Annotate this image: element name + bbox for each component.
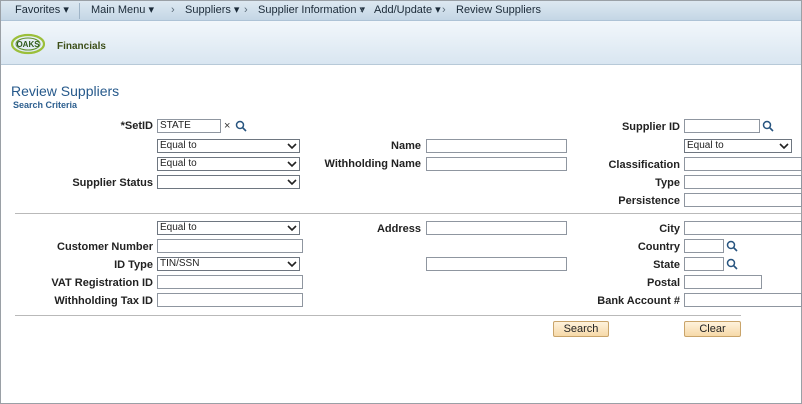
- id-type-select[interactable]: TIN/SSN: [157, 257, 300, 271]
- id-type-value: TIN/SSN: [160, 258, 200, 269]
- address-operator-select[interactable]: Equal to: [157, 221, 300, 235]
- postal-label: Postal: [646, 277, 680, 289]
- supplier-id-label: Supplier ID: [621, 121, 680, 133]
- breadcrumb-separator-icon: ›: [244, 4, 248, 16]
- state-label: State: [653, 259, 680, 271]
- persistence-label: Persistence: [618, 195, 680, 207]
- supplier-id-operator-select[interactable]: Equal to: [684, 139, 792, 153]
- lookup-icon[interactable]: [726, 258, 738, 270]
- breadcrumb-separator-icon: ›: [360, 4, 364, 16]
- address-label: Address: [376, 223, 421, 235]
- nav-add-update[interactable]: Add/Update ▾: [374, 1, 441, 21]
- breadcrumb-separator-icon: ›: [442, 4, 446, 16]
- customer-number-label: Customer Number: [57, 241, 153, 253]
- state-input[interactable]: [684, 257, 724, 271]
- breadcrumb-separator-icon: ›: [171, 4, 175, 16]
- address-operator-value: Equal to: [160, 222, 197, 233]
- type-label: Type: [655, 177, 680, 189]
- nav-suppliers-label: Suppliers: [185, 4, 231, 16]
- lookup-icon[interactable]: [726, 240, 738, 252]
- search-criteria-heading: Search Criteria: [13, 100, 78, 110]
- section-divider: [15, 315, 741, 316]
- clear-button[interactable]: Clear: [684, 321, 741, 337]
- name-input[interactable]: [426, 139, 567, 153]
- product-name: Financials: [57, 41, 106, 52]
- nav-supplier-information[interactable]: Supplier Information ▾: [258, 1, 365, 21]
- vat-registration-id-input[interactable]: [157, 275, 303, 289]
- withholding-tax-id-input[interactable]: [157, 293, 303, 307]
- nav-main-menu-label: Main Menu: [91, 4, 146, 16]
- supplier-id-input[interactable]: [684, 119, 760, 133]
- withholding-name-operator-select[interactable]: Equal to: [157, 157, 300, 171]
- lookup-icon[interactable]: [235, 120, 247, 132]
- name-operator-value: Equal to: [160, 140, 197, 151]
- name-operator-select[interactable]: Equal to: [157, 139, 300, 153]
- withholding-name-input[interactable]: [426, 157, 567, 171]
- supplier-id-operator-value: Equal to: [687, 140, 724, 151]
- supplier-status-select[interactable]: [157, 175, 300, 189]
- clear-x-icon[interactable]: ×: [224, 120, 230, 132]
- chevron-down-icon: [287, 143, 297, 150]
- nav-add-update-label: Add/Update: [374, 4, 433, 16]
- nav-favorites-label: Favorites: [15, 4, 61, 16]
- section-divider: [15, 213, 801, 214]
- nav-main-menu[interactable]: Main Menu ▾: [91, 1, 154, 21]
- oaks-logo-icon: OAKS: [11, 33, 45, 55]
- city-label: City: [659, 223, 680, 235]
- id-number-input[interactable]: [426, 257, 567, 271]
- chevron-down-icon: [287, 161, 297, 168]
- chevron-down-icon: [287, 261, 297, 268]
- chevron-down-icon: [287, 225, 297, 232]
- dropdown-arrow-icon: ▾: [233, 4, 240, 16]
- supplier-status-label: Supplier Status: [72, 177, 153, 189]
- dropdown-arrow-icon: ▾: [435, 4, 441, 16]
- withholding-tax-id-label: Withholding Tax ID: [54, 295, 153, 307]
- withholding-name-label: Withholding Name: [324, 158, 421, 170]
- nav-divider: [79, 3, 80, 19]
- page-title: Review Suppliers: [11, 83, 120, 99]
- dropdown-arrow-icon: ▾: [63, 4, 69, 16]
- country-input[interactable]: [684, 239, 724, 253]
- name-label: Name: [391, 140, 421, 152]
- address-input[interactable]: [426, 221, 567, 235]
- classification-input[interactable]: [684, 157, 802, 171]
- top-nav-bar: Favorites ▾ Main Menu ▾ › Suppliers ▾ › …: [1, 1, 801, 21]
- setid-label: *SetID: [120, 120, 153, 132]
- withholding-name-operator-value: Equal to: [160, 158, 197, 169]
- classification-label: Classification: [608, 159, 680, 171]
- setid-input[interactable]: STATE: [157, 119, 221, 133]
- nav-review-suppliers[interactable]: Review Suppliers: [456, 1, 541, 21]
- dropdown-arrow-icon: ▾: [148, 4, 155, 16]
- postal-input[interactable]: [684, 275, 762, 289]
- country-label: Country: [637, 241, 680, 253]
- logo-text: OAKS: [16, 40, 40, 49]
- customer-number-input[interactable]: [157, 239, 303, 253]
- header-banner: OAKS Financials: [1, 21, 801, 65]
- type-input[interactable]: [684, 175, 802, 189]
- bank-account-input[interactable]: [684, 293, 802, 307]
- persistence-input[interactable]: [684, 193, 802, 207]
- chevron-down-icon: [779, 143, 789, 150]
- bank-account-label: Bank Account #: [597, 295, 680, 307]
- chevron-down-icon: [287, 179, 297, 186]
- city-input[interactable]: [684, 221, 802, 235]
- lookup-icon[interactable]: [762, 120, 774, 132]
- nav-supplier-information-label: Supplier Information: [258, 4, 357, 16]
- search-button[interactable]: Search: [553, 321, 609, 337]
- nav-favorites[interactable]: Favorites ▾: [15, 1, 69, 21]
- vat-registration-id-label: VAT Registration ID: [51, 277, 153, 289]
- nav-suppliers[interactable]: Suppliers ▾: [185, 1, 239, 21]
- id-type-label: ID Type: [114, 259, 153, 271]
